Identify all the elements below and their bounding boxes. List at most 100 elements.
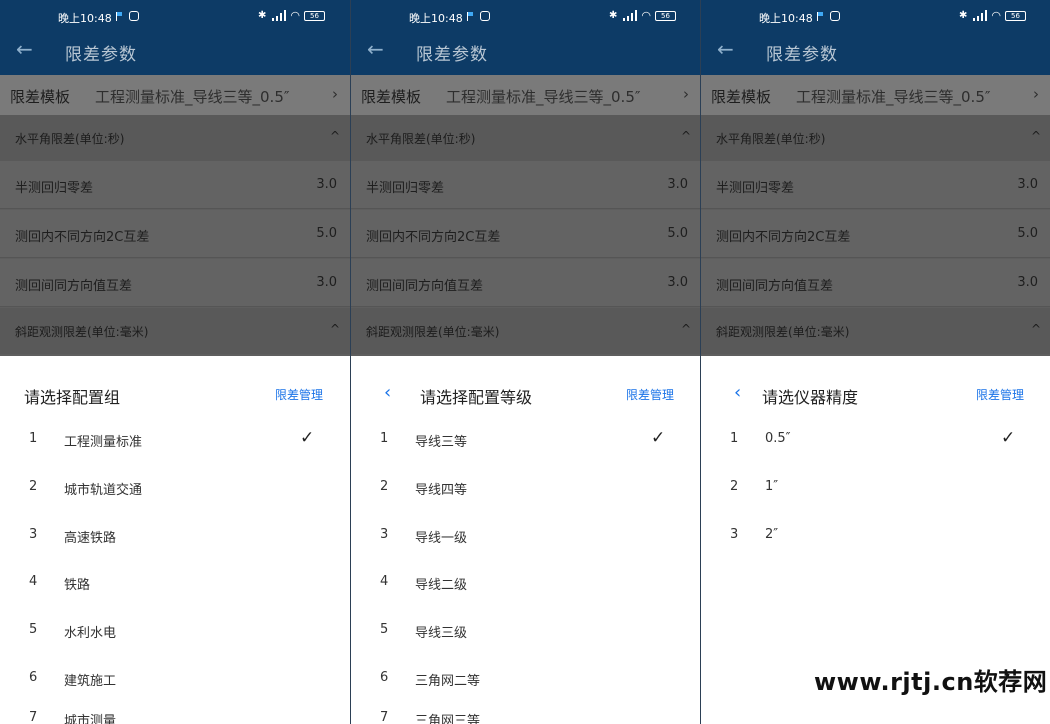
option-item[interactable]: 2 1″: [701, 479, 1050, 527]
section-header[interactable]: 水平角限差(单位:秒) ^: [351, 115, 700, 161]
option-number: 7: [29, 710, 38, 724]
chevron-right-icon: ›: [332, 85, 338, 103]
bluetooth-icon: ✱: [258, 10, 267, 21]
option-item[interactable]: 5 水利水电: [0, 622, 350, 670]
option-item[interactable]: 4 铁路: [0, 574, 350, 622]
option-item[interactable]: 5 导线三级: [351, 622, 700, 670]
option-item[interactable]: 1 导线三等 ✓: [351, 428, 700, 479]
option-item[interactable]: 7 城市测量: [0, 710, 350, 724]
section-title: 水平角限差(单位:秒): [366, 132, 476, 146]
param-value: 3.0: [667, 275, 688, 290]
chevron-up-icon: ^: [681, 322, 692, 336]
option-number: 6: [29, 670, 38, 685]
battery-icon: 56: [304, 10, 325, 21]
template-value: 工程测量标准_导线三等_0.5″: [446, 88, 641, 106]
status-bar: 晚上10:48 ✱ ◠ 56: [351, 9, 700, 25]
chevron-up-icon: ^: [330, 322, 341, 336]
wifi-icon: ◠: [641, 9, 651, 22]
navigation-bar: ← 限差参数: [351, 30, 700, 70]
check-icon: ✓: [300, 428, 315, 448]
option-item[interactable]: 3 导线一级: [351, 527, 700, 575]
param-row[interactable]: 测回内不同方向2C互差 5.0: [351, 210, 700, 258]
param-row[interactable]: 测回间同方向值互差 3.0: [701, 259, 1050, 307]
param-label: 测回间同方向值互差: [366, 279, 484, 294]
phone-screen: 晚上10:48 ✱ ◠ 56 ← 限差参数 限差模板 工程测量标准_导线三等_0.5″ › 水平角…: [700, 0, 1050, 724]
template-row[interactable]: 限差模板 工程测量标准_导线三等_0.5″ ›: [351, 75, 700, 115]
bottom-sheet: ‹ 请选择配置等级 限差管理 1 导线三等 ✓ 2 导线四等 3 导线一级 4 导线二级 5 导线三级 6 三…: [351, 356, 700, 724]
option-item[interactable]: 4 导线二级: [351, 574, 700, 622]
bottom-sheet: 请选择配置组 限差管理 1 工程测量标准 ✓ 2 城市轨道交通 3 高速铁路 4 铁路 5 水利水电 6 建…: [0, 356, 350, 724]
chevron-up-icon: ^: [681, 129, 692, 143]
option-item[interactable]: 1 0.5″ ✓: [701, 428, 1050, 479]
back-arrow-icon[interactable]: ←: [367, 39, 389, 61]
option-label: 0.5″: [765, 431, 791, 446]
param-row[interactable]: 半测回归零差 3.0: [701, 161, 1050, 209]
param-row[interactable]: 测回间同方向值互差 3.0: [0, 259, 350, 307]
manage-limits-link[interactable]: 限差管理: [976, 386, 1024, 403]
notification-flag-icon: [467, 12, 474, 21]
option-number: 5: [380, 622, 389, 637]
option-number: 4: [29, 574, 38, 589]
chevron-right-icon: ›: [683, 85, 689, 103]
param-row[interactable]: 测回内不同方向2C互差 5.0: [701, 210, 1050, 258]
dimmed-content[interactable]: 限差模板 工程测量标准_导线三等_0.5″ › 水平角限差(单位:秒) ^ 半测回归零差 3…: [701, 75, 1050, 356]
param-value: 3.0: [316, 177, 337, 192]
section-title: 斜距观测限差(单位:毫米): [716, 325, 850, 339]
manage-limits-link[interactable]: 限差管理: [275, 386, 323, 403]
manage-limits-link[interactable]: 限差管理: [626, 386, 674, 403]
back-arrow-icon[interactable]: ←: [717, 39, 739, 61]
chevron-left-icon[interactable]: ‹: [734, 382, 741, 403]
back-arrow-icon[interactable]: ←: [16, 39, 38, 61]
option-number: 3: [380, 527, 389, 542]
check-icon: ✓: [1001, 428, 1016, 448]
option-number: 6: [380, 670, 389, 685]
template-value: 工程测量标准_导线三等_0.5″: [796, 88, 991, 106]
signal-icon: [971, 10, 988, 21]
app-header: 晚上10:48 ✱ ◠ 56 ← 限差参数: [0, 0, 350, 75]
chevron-up-icon: ^: [330, 129, 341, 143]
watermark-text: www.rjtj.cn软荐网: [814, 668, 1048, 696]
status-time: 晚上10:48: [759, 12, 813, 25]
section-header[interactable]: 水平角限差(单位:秒) ^: [701, 115, 1050, 161]
section-header[interactable]: 斜距观测限差(单位:毫米) ^: [0, 308, 350, 354]
param-row[interactable]: 半测回归零差 3.0: [0, 161, 350, 209]
option-label: 建筑施工: [64, 674, 117, 689]
chevron-up-icon: ^: [1031, 129, 1042, 143]
notification-flag-icon: [116, 12, 123, 21]
option-item[interactable]: 2 城市轨道交通: [0, 479, 350, 527]
option-item[interactable]: 7 三角网三等: [351, 710, 700, 724]
bluetooth-icon: ✱: [609, 10, 618, 21]
template-row[interactable]: 限差模板 工程测量标准_导线三等_0.5″ ›: [701, 75, 1050, 115]
section-header[interactable]: 斜距观测限差(单位:毫米) ^: [701, 308, 1050, 354]
option-number: 1: [730, 431, 739, 446]
app-notification-icon: [129, 11, 139, 21]
option-label: 导线四等: [415, 483, 468, 498]
option-item[interactable]: 1 工程测量标准 ✓: [0, 428, 350, 479]
section-header[interactable]: 水平角限差(单位:秒) ^: [0, 115, 350, 161]
template-label: 限差模板: [10, 88, 71, 106]
template-label: 限差模板: [361, 88, 422, 106]
status-bar: 晚上10:48 ✱ ◠ 56: [0, 9, 350, 25]
option-label: 三角网二等: [415, 674, 481, 689]
option-number: 2: [380, 479, 389, 494]
template-row[interactable]: 限差模板 工程测量标准_导线三等_0.5″ ›: [0, 75, 350, 115]
option-label: 导线三等: [415, 435, 468, 450]
page-title: 限差参数: [65, 45, 137, 65]
screens-container: 晚上10:48 ✱ ◠ 56 ← 限差参数 限差模板 工程测量标准_导线三等_0.5″ › 水平角…: [0, 0, 1050, 724]
dimmed-content[interactable]: 限差模板 工程测量标准_导线三等_0.5″ › 水平角限差(单位:秒) ^ 半测回归零差 3…: [0, 75, 350, 356]
chevron-left-icon[interactable]: ‹: [384, 382, 391, 403]
signal-icon: [621, 10, 638, 21]
option-item[interactable]: 3 2″: [701, 527, 1050, 575]
sheet-title: 请选择配置等级: [420, 388, 533, 407]
option-item[interactable]: 3 高速铁路: [0, 527, 350, 575]
param-row[interactable]: 测回内不同方向2C互差 5.0: [0, 210, 350, 258]
param-row[interactable]: 半测回归零差 3.0: [351, 161, 700, 209]
param-value: 3.0: [1017, 177, 1038, 192]
status-bar: 晚上10:48 ✱ ◠ 56: [701, 9, 1050, 25]
param-row[interactable]: 测回间同方向值互差 3.0: [351, 259, 700, 307]
section-title: 斜距观测限差(单位:毫米): [366, 325, 500, 339]
section-header[interactable]: 斜距观测限差(单位:毫米) ^: [351, 308, 700, 354]
option-item[interactable]: 2 导线四等: [351, 479, 700, 527]
dimmed-content[interactable]: 限差模板 工程测量标准_导线三等_0.5″ › 水平角限差(单位:秒) ^ 半测回归零差 3…: [351, 75, 700, 356]
notification-flag-icon: [817, 12, 824, 21]
